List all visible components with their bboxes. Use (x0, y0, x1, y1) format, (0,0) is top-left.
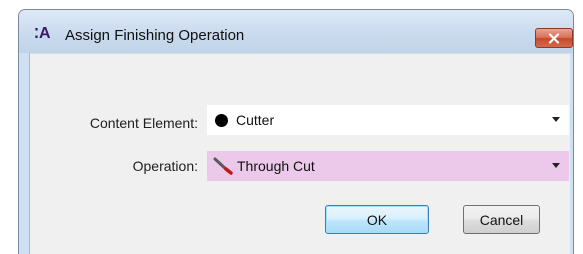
content-element-value: Cutter (236, 112, 275, 128)
operation-label: Operation: (132, 158, 198, 174)
content-element-label: Content Element: (89, 115, 198, 131)
close-icon (548, 32, 560, 44)
title-bar[interactable]: ⁚A Assign Finishing Operation (19, 10, 573, 53)
dialog-content: Content Element: Cutter Operation: Throu… (29, 53, 570, 254)
operation-dropdown[interactable]: Through Cut (207, 151, 569, 181)
operation-value: Through Cut (237, 158, 315, 174)
cancel-button[interactable]: Cancel (463, 205, 540, 234)
dialog-title: Assign Finishing Operation (65, 27, 245, 44)
knife-icon (213, 157, 233, 175)
dialog-window: ⁚A Assign Finishing Operation Content El… (18, 9, 574, 254)
dropdown-arrow-icon[interactable] (552, 163, 560, 168)
color-swatch (215, 113, 228, 127)
dropdown-arrow-icon[interactable] (552, 117, 560, 122)
ok-button[interactable]: OK (325, 205, 429, 234)
close-button[interactable] (535, 28, 573, 48)
app-icon: ⁚A (34, 25, 50, 42)
content-element-dropdown[interactable]: Cutter (207, 105, 569, 135)
